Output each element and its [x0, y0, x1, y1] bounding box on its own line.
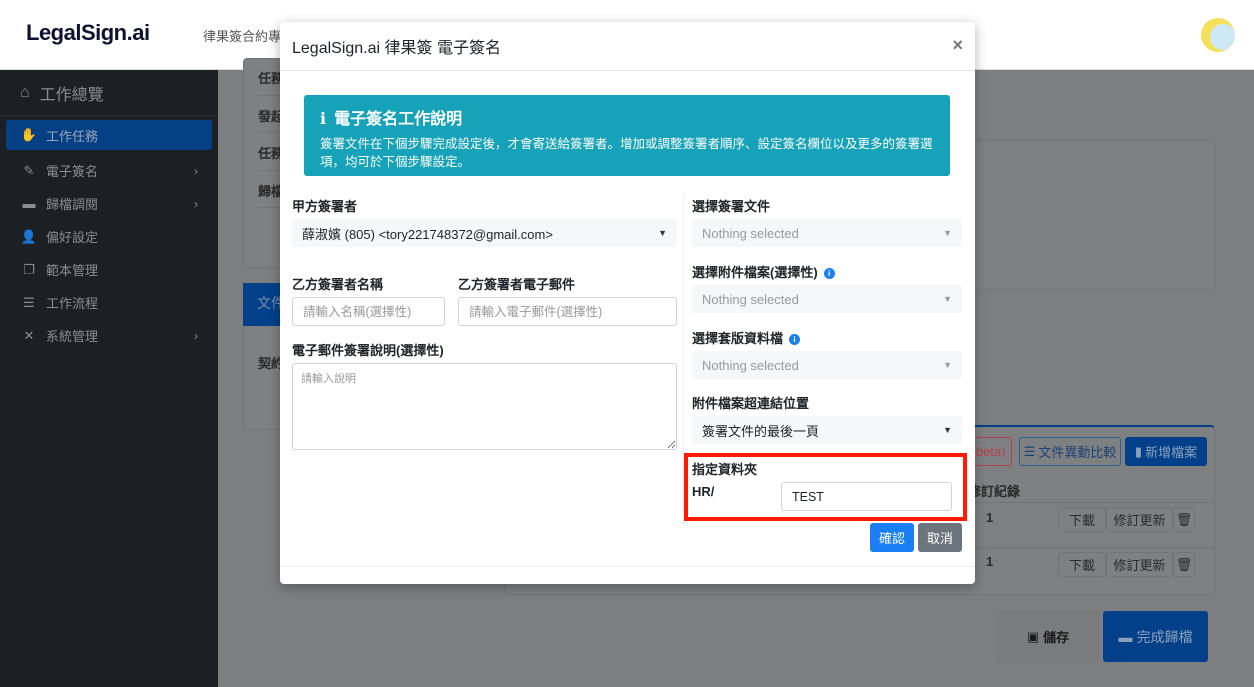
desc-textarea[interactable]	[292, 363, 677, 450]
party-a-value: 薛淑嬪 (805) <tory221748372@gmail.com>	[302, 226, 553, 242]
download-button[interactable]: 下載	[1058, 507, 1106, 532]
modal-title: LegalSign.ai 律果簽 電子簽名	[292, 40, 501, 57]
user-gear-icon: 👤	[20, 228, 38, 244]
link-pos-label: 附件檔案超連結位置	[692, 396, 810, 411]
close-icon[interactable]: ×	[952, 35, 963, 56]
sidebar-item-label: 偏好設定	[46, 230, 99, 245]
add-file-button[interactable]: ▮ 新增檔案	[1125, 437, 1207, 466]
save-icon: ▣	[1026, 628, 1040, 644]
sidebar-item-system[interactable]: ✕ 系統管理 ›	[0, 319, 212, 352]
link-pos-value: 簽署文件的最後一頁	[702, 423, 820, 439]
template-select[interactable]: Nothing selected ▼	[692, 351, 962, 379]
sidebar-item-preferences[interactable]: 👤 偏好設定	[0, 220, 212, 253]
sidebar-item-label: 系統管理	[46, 329, 99, 344]
save-button[interactable]: ▣ 儲存	[996, 611, 1100, 662]
finish-label: 完成歸檔	[1136, 628, 1193, 645]
avatar[interactable]	[1201, 18, 1235, 52]
link-pos-select[interactable]: 簽署文件的最後一頁 ▼	[692, 416, 962, 444]
tools-icon: ✕	[23, 327, 35, 343]
folder-prefix: HR/	[692, 484, 715, 499]
attach-value: Nothing selected	[702, 291, 799, 307]
caret-down-icon: ▼	[943, 425, 952, 435]
sidebar-item-label: 工作任務	[46, 128, 99, 144]
sidebar: ⌂ 工作總覽 ✋ 工作任務 ✎ 電子簽名 › ▬ 歸檔調閱 › 👤 偏好設定 ❐ 範本管理 ☰ 工…	[0, 70, 218, 687]
handshake-icon: ✋	[20, 127, 38, 142]
sidebar-overview[interactable]: ⌂ 工作總覽	[0, 70, 218, 116]
alert-body: 簽署文件在下個步驟完成設定後，才會寄送給簽署者。增加或調整簽署者順序、設定簽名欄…	[320, 137, 933, 169]
party-b-name-label: 乙方簽署者名稱	[292, 277, 384, 292]
folder-label: 指定資料夾	[692, 462, 758, 477]
confirm-button[interactable]: 確認	[870, 523, 914, 552]
desc-label: 電子郵件簽署說明(選擇性)	[292, 343, 444, 358]
archive-icon: ▬	[1118, 628, 1133, 645]
notes-card	[960, 140, 1215, 290]
sidebar-item-templates[interactable]: ❐ 範本管理	[0, 253, 212, 286]
compare-label: 文件異動比較	[1038, 445, 1117, 460]
caret-down-icon: ▼	[943, 360, 952, 370]
chevron-right-icon: ›	[194, 196, 198, 211]
finish-archive-button[interactable]: ▬ 完成歸檔	[1103, 611, 1208, 662]
list-icon: ☰	[23, 294, 35, 310]
logo[interactable]: LegalSign.ai	[26, 20, 150, 46]
sidebar-item-archive[interactable]: ▬ 歸檔調閱 ›	[0, 187, 212, 220]
folder-input[interactable]	[781, 482, 952, 511]
alert-title: 電子簽名工作說明	[334, 111, 463, 128]
compare-button[interactable]: ☰ 文件異動比較	[1019, 437, 1121, 466]
home-icon: ⌂	[20, 83, 30, 101]
party-a-label: 甲方簽署者	[292, 199, 358, 214]
sidebar-overview-label: 工作總覽	[39, 86, 104, 104]
info-icon[interactable]: i	[789, 334, 801, 346]
party-b-email-label: 乙方簽署者電子郵件	[458, 277, 576, 292]
save-label: 儲存	[1043, 630, 1070, 645]
trash-icon[interactable]: 🗑	[1173, 552, 1195, 577]
caret-down-icon: ▼	[943, 228, 952, 238]
revision-header: 修訂紀錄	[968, 484, 1021, 499]
file-upload-icon: ▮	[1134, 443, 1143, 459]
caret-down-icon: ▼	[658, 228, 667, 238]
archive-icon: ▬	[22, 196, 36, 211]
attach-label: 選擇附件檔案(選擇性) i	[692, 262, 835, 281]
revise-button[interactable]: 修訂更新	[1106, 507, 1173, 532]
list-icon: ☰	[1023, 443, 1036, 459]
doc-select[interactable]: Nothing selected ▼	[692, 219, 962, 247]
signature-icon: ✎	[23, 162, 35, 178]
copy-icon: ❐	[23, 261, 35, 277]
info-alert: ℹ 電子簽名工作說明 簽署文件在下個步驟完成設定後，才會寄送給簽署者。增加或調整簽…	[304, 95, 950, 176]
party-a-select[interactable]: 薛淑嬪 (805) <tory221748372@gmail.com> ▼	[292, 219, 677, 247]
revise-button[interactable]: 修訂更新	[1106, 552, 1173, 577]
sidebar-item-tasks[interactable]: ✋ 工作任務	[6, 120, 212, 150]
attach-select[interactable]: Nothing selected ▼	[692, 285, 962, 313]
row-count: 1	[986, 510, 994, 525]
download-button[interactable]: 下載	[1058, 552, 1106, 577]
template-value: Nothing selected	[702, 357, 799, 373]
party-b-name-input[interactable]	[292, 297, 445, 326]
trash-icon[interactable]: 🗑	[1173, 507, 1195, 532]
add-file-label: 新增檔案	[1145, 445, 1198, 460]
doc-value: Nothing selected	[702, 225, 799, 241]
chevron-right-icon: ›	[194, 163, 198, 178]
chevron-right-icon: ›	[194, 328, 198, 343]
cancel-button[interactable]: 取消	[918, 523, 962, 552]
template-label: 選擇套版資料檔 i	[692, 328, 801, 347]
info-icon: ℹ	[320, 111, 327, 128]
sidebar-item-label: 歸檔調閱	[46, 197, 99, 212]
caret-down-icon: ▼	[943, 294, 952, 304]
sidebar-item-esign[interactable]: ✎ 電子簽名 ›	[0, 154, 212, 187]
doc-label: 選擇簽署文件	[692, 199, 771, 214]
sidebar-item-label: 範本管理	[46, 263, 99, 278]
esign-modal: LegalSign.ai 律果簽 電子簽名 × ℹ 電子簽名工作說明 簽署文件在下…	[280, 22, 975, 584]
info-icon[interactable]: i	[823, 268, 835, 280]
sidebar-item-label: 電子簽名	[46, 164, 99, 179]
sidebar-item-workflow[interactable]: ☰ 工作流程	[0, 286, 212, 319]
row-count: 1	[986, 554, 994, 569]
party-b-email-input[interactable]	[458, 297, 677, 326]
sidebar-item-label: 工作流程	[46, 296, 99, 311]
